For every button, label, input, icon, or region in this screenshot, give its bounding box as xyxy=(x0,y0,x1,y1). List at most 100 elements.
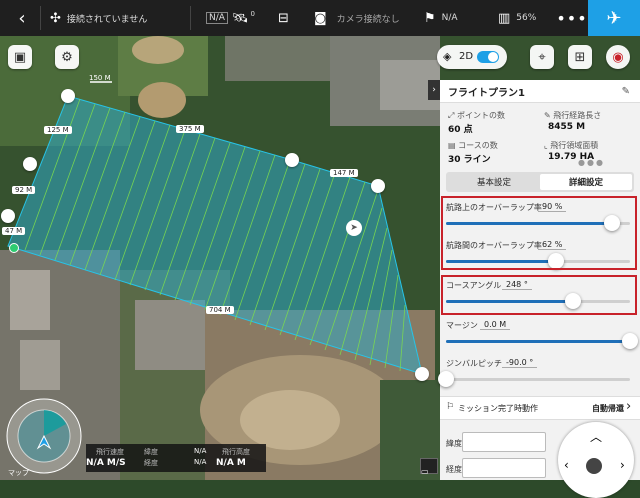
highlight-overlap-settings xyxy=(441,196,637,270)
waypoint-handle[interactable] xyxy=(23,157,37,171)
layers-icon: ◈ xyxy=(443,50,452,63)
waypoint-handle[interactable] xyxy=(61,89,75,103)
arrow-left-icon[interactable]: ‹ xyxy=(564,458,569,472)
compass-button[interactable]: ◉ xyxy=(606,45,630,69)
slider-knob[interactable] xyxy=(622,333,638,349)
latitude-field[interactable] xyxy=(462,432,546,452)
view-toggle[interactable]: ◈ 2D xyxy=(437,45,507,69)
mission-end-row[interactable]: ⚐ ミッション完了時動作 自動帰還 › xyxy=(440,396,640,420)
screen-icon: ▭ xyxy=(421,467,429,476)
distance-label: 92 M xyxy=(12,186,36,194)
longitude-label: 経度 xyxy=(446,465,462,474)
pencil-icon: ✎ xyxy=(621,85,630,97)
slider-label-margin: マージン xyxy=(446,321,478,330)
gear-icon: ⚙ xyxy=(61,49,73,65)
slider-value-margin: 0.0 M xyxy=(480,320,511,330)
settings-button[interactable]: ⚙ xyxy=(55,45,79,69)
stat-value-path-length: 8455 M xyxy=(548,122,586,132)
stat-label-path-length: ✎ 飛行経路長さ xyxy=(544,111,602,120)
telemetry-bar: 飛行速度 N/A M/S 緯度 N/A 経度 N/A 飛行高度 N/A M xyxy=(86,444,266,472)
aircraft-mode-button[interactable]: ✈ xyxy=(588,0,640,36)
slider-knob[interactable] xyxy=(438,371,454,387)
edit-title-button[interactable]: ✎ xyxy=(622,86,630,97)
save-icon: ▣ xyxy=(13,49,27,65)
crosshair-icon: ⌖ xyxy=(538,49,546,65)
toggle-switch[interactable] xyxy=(477,51,499,63)
remote-controller-icon: ⊟ xyxy=(278,10,289,26)
more-button[interactable]: ••• xyxy=(556,0,586,36)
camera-icon: ◙ xyxy=(314,10,327,26)
remote-controller-status: ⊟ xyxy=(278,0,289,36)
waypoint-handle[interactable] xyxy=(1,209,15,223)
h-speed-label: 飛行速度 xyxy=(96,448,124,456)
back-button[interactable]: ‹ xyxy=(10,0,34,36)
camera-status: ◙ カメラ接続なし xyxy=(314,0,400,36)
waypoint-handle[interactable] xyxy=(415,367,429,381)
arrow-right-icon[interactable]: › xyxy=(620,458,625,472)
grid-edit-icon: ⊞ xyxy=(574,49,586,65)
connection-status-text: 接続されていません xyxy=(66,14,148,25)
tab-basic-settings[interactable]: 基本設定 xyxy=(448,174,540,190)
chevron-right-icon: › xyxy=(432,85,436,95)
edit-area-button[interactable]: ⊞ xyxy=(568,45,592,69)
top-status-bar: ‹ ✣ 接続されていません N/A 🛰 0 ⊟ ◙ カメラ接続なし ⚑ N/A … xyxy=(0,0,640,36)
chevron-left-icon: ‹ xyxy=(18,7,26,29)
tab-detail-settings[interactable]: 詳細設定 xyxy=(540,174,632,190)
panel-header: フライトプラン1 ✎ xyxy=(440,80,640,103)
route-icon: ⤢ xyxy=(448,111,457,120)
save-button[interactable]: ▣ xyxy=(8,45,32,69)
gimbal-pitch-slider[interactable] xyxy=(438,371,630,387)
mission-end-value: 自動帰還 xyxy=(592,404,624,413)
distance-label: 125 M xyxy=(44,126,72,134)
stat-label-points: ⤢ ポイントの数 xyxy=(448,111,505,120)
satellite-icon: 🛰 xyxy=(232,10,249,26)
battery-status: ▥ 56% xyxy=(498,0,536,36)
longitude-field[interactable] xyxy=(462,458,546,478)
locate-button[interactable]: ⌖ xyxy=(530,45,554,69)
mission-end-label: ミッション完了時動作 xyxy=(458,404,538,413)
connection-status[interactable]: ✣ 接続されていません xyxy=(50,0,147,36)
alt-label: 飛行高度 xyxy=(222,448,250,456)
stat-label-courses: ▤ コースの数 xyxy=(448,141,498,150)
margin-slider[interactable] xyxy=(446,333,638,349)
highlight-course-angle xyxy=(441,275,637,315)
satellite-status: 🛰 0 xyxy=(232,0,255,36)
waypoint-dpad[interactable]: ︿ ‹ › xyxy=(558,422,634,498)
signal-icon: ⚑ xyxy=(424,10,436,26)
map-label: マップ xyxy=(8,469,29,477)
center-dot-icon[interactable] xyxy=(586,458,602,474)
nav-mode-status: N/A xyxy=(206,0,228,36)
lon-value: N/A xyxy=(194,458,207,466)
distance-label: 147 M xyxy=(330,169,358,177)
more-icon: ••• xyxy=(556,8,588,28)
drone-icon: ✣ xyxy=(50,10,61,26)
waypoint-handle[interactable] xyxy=(285,153,299,167)
panel-collapse-button[interactable]: › xyxy=(428,80,440,100)
compass-icon: ◉ xyxy=(612,49,624,65)
flight-plan-title: フライトプラン1 xyxy=(448,87,525,99)
satellite-count: 0 xyxy=(250,10,255,18)
signal-text: N/A xyxy=(441,13,458,23)
aircraft-position-icon: ➤ xyxy=(346,220,362,236)
distance-label: 704 M xyxy=(206,306,234,314)
page-indicator: ●●● xyxy=(578,158,605,167)
slider-value-gimbal-pitch: -90.0 ° xyxy=(502,358,538,368)
lat-value: N/A xyxy=(194,447,207,455)
latitude-label: 緯度 xyxy=(446,439,462,448)
arrow-up-icon[interactable]: ︿ xyxy=(590,428,602,445)
waypoint-handle[interactable] xyxy=(371,179,385,193)
view-mode-label: 2D xyxy=(459,51,474,62)
airplane-icon: ✈ xyxy=(606,7,622,29)
scale-label: 150 M xyxy=(89,74,111,82)
nav-mode-text: N/A xyxy=(206,12,228,24)
attitude-radar xyxy=(6,398,82,474)
distance-label: 375 M xyxy=(176,125,204,133)
camera-status-text: カメラ接続なし xyxy=(336,14,400,25)
ruler-icon: ✎ xyxy=(544,111,554,120)
lon-label: 経度 xyxy=(144,459,158,467)
battery-text: 56% xyxy=(516,13,537,23)
distance-label: 47 M xyxy=(2,227,26,235)
camera-view-button[interactable]: ▭ xyxy=(420,458,438,476)
chevron-right-icon: › xyxy=(626,399,632,414)
stat-value-points: 60 点 xyxy=(448,125,473,135)
